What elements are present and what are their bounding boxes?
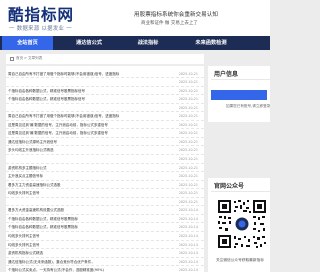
qr-code-icon	[217, 199, 267, 249]
article-title-link[interactable]: 周自己自由所有不打错了用做个指标时能够(不会用错误)信号，进度指标	[8, 114, 119, 119]
article-title-link[interactable]: 游资机构多主题指标公式	[8, 166, 47, 171]
article-title-link[interactable]: 均线多头排列主信号	[8, 191, 40, 196]
article-date: 2025-10-21	[178, 114, 198, 119]
article-date: 2025-10-14	[178, 242, 198, 247]
article-date: 2025-10-21	[178, 191, 198, 196]
article-date: 2025-10-14	[178, 225, 198, 230]
divider	[211, 191, 270, 192]
article-date: 2025-10-21	[178, 71, 198, 76]
nav-item-strategy[interactable]: 战法指标	[122, 36, 174, 50]
article-title-link[interactable]: 多头均线主升浪指标公式精选	[8, 148, 54, 153]
nav-item-tdx-formula[interactable]: 通达信公式	[60, 36, 118, 50]
article-title-link[interactable]: 游资机构指标公式精选	[8, 251, 43, 256]
article-date: 2025-10-21	[178, 105, 198, 110]
article-date: 2025-10-21	[178, 131, 198, 136]
article-date: 2025-10-21	[178, 174, 198, 179]
register-tip-link[interactable]: 如果您已有账号,请立即登录	[226, 104, 270, 109]
article-title-link[interactable]: 看多方主力资金高速指标公式选股	[8, 183, 61, 188]
article-date: 2025-10-21	[178, 148, 198, 153]
article-date: 2025-10-14	[178, 233, 198, 238]
article-title-link[interactable]: 周自己自由所有不打错了用做个指标时能够(不会用错误)信号，进度指标	[8, 72, 119, 77]
article-date: 2025-10-21	[178, 122, 198, 127]
site-logo[interactable]: 酷指标网	[8, 3, 74, 25]
article-title-link[interactable]: 这是周见这到'最'数据的信号，主升浪启动前，指标公式多重信号	[8, 131, 108, 136]
nav-item-future-check[interactable]: 未来函数检测	[178, 36, 244, 50]
article-title-link[interactable]: 通达信指标公式(无未来函数)，集合竞价符合优产条件，	[8, 260, 95, 265]
article-title-link[interactable]: 主升浪买点主题信号标	[8, 174, 43, 179]
article-title-link[interactable]: 通达信指标公式源码主升浪信号	[8, 140, 57, 145]
official-account-caption: 关注微信公众号获取最新指标	[216, 258, 264, 262]
article-title-link[interactable]: 个指标公式买卖点，一天持有公式(不会作，选股精准度(90%)	[8, 268, 104, 272]
article-date: 2025-10-14	[178, 216, 198, 221]
breadcrumb-separator: >	[24, 56, 28, 60]
official-account-heading: 官网公众号	[214, 183, 245, 190]
divider	[211, 79, 270, 80]
article-title-link[interactable]: 看多方大资金高速机构设置公式选股	[8, 208, 64, 213]
login-button[interactable]	[211, 90, 267, 100]
home-icon	[10, 56, 14, 61]
article-title-link[interactable]: 这是周见这到'最'数据的信号，主升浪启动前，指标公式多重信号	[8, 123, 108, 128]
site-slogan: 一 数据来源 以据发业 一	[9, 25, 72, 32]
article-date: 2025-10-21	[178, 139, 198, 144]
article-date: 2025-10-14	[178, 208, 198, 213]
article-title-link[interactable]: 个指标自由各种数据公式，精准信号股票指标信号	[8, 89, 85, 94]
notice-title-link[interactable]: 用股票指标系统你会重新交易认知	[134, 10, 218, 18]
list-item[interactable]: 个指标公式买卖点，一天持有公式(不会作，选股精准度(90%) 2025-10-14	[6, 266, 204, 272]
breadcrumb-home[interactable]: 首页	[16, 56, 23, 61]
nav-item-home[interactable]: 全站首页	[2, 36, 53, 50]
article-title-link[interactable]: 均线多头排列主信号	[8, 243, 40, 248]
article-date: 2025-10-21	[178, 157, 198, 161]
article-date: 2025-10-21	[178, 165, 198, 170]
breadcrumb-current: 文章列表	[28, 56, 43, 60]
article-title-link[interactable]: 个指标自由各种数据公式，精准信号股票指标	[8, 217, 78, 222]
article-date: 2025-10-21	[178, 88, 198, 93]
article-date: 2025-10-14	[178, 251, 198, 256]
article-date: 2025-10-14	[178, 259, 198, 264]
article-date: 2025-10-21	[178, 182, 198, 187]
article-date: 2025-10-14	[178, 268, 198, 272]
article-title-link[interactable]: 均线多头排列主信号	[8, 234, 40, 239]
notice-subtitle: 商业和证件 做 交易上去上了	[141, 21, 198, 26]
article-date: 2025-10-21	[178, 80, 198, 85]
article-title-link[interactable]: 个指标自由各种数据公式，精准信号股票指标	[8, 225, 78, 230]
article-date: 2025-10-21	[178, 97, 198, 102]
article-date: 2025-10-21	[178, 199, 198, 204]
article-title-link[interactable]: 个指标自由各种数据公式，精准信号股票指标信号	[8, 97, 85, 102]
user-info-heading: 用户信息	[214, 71, 239, 78]
